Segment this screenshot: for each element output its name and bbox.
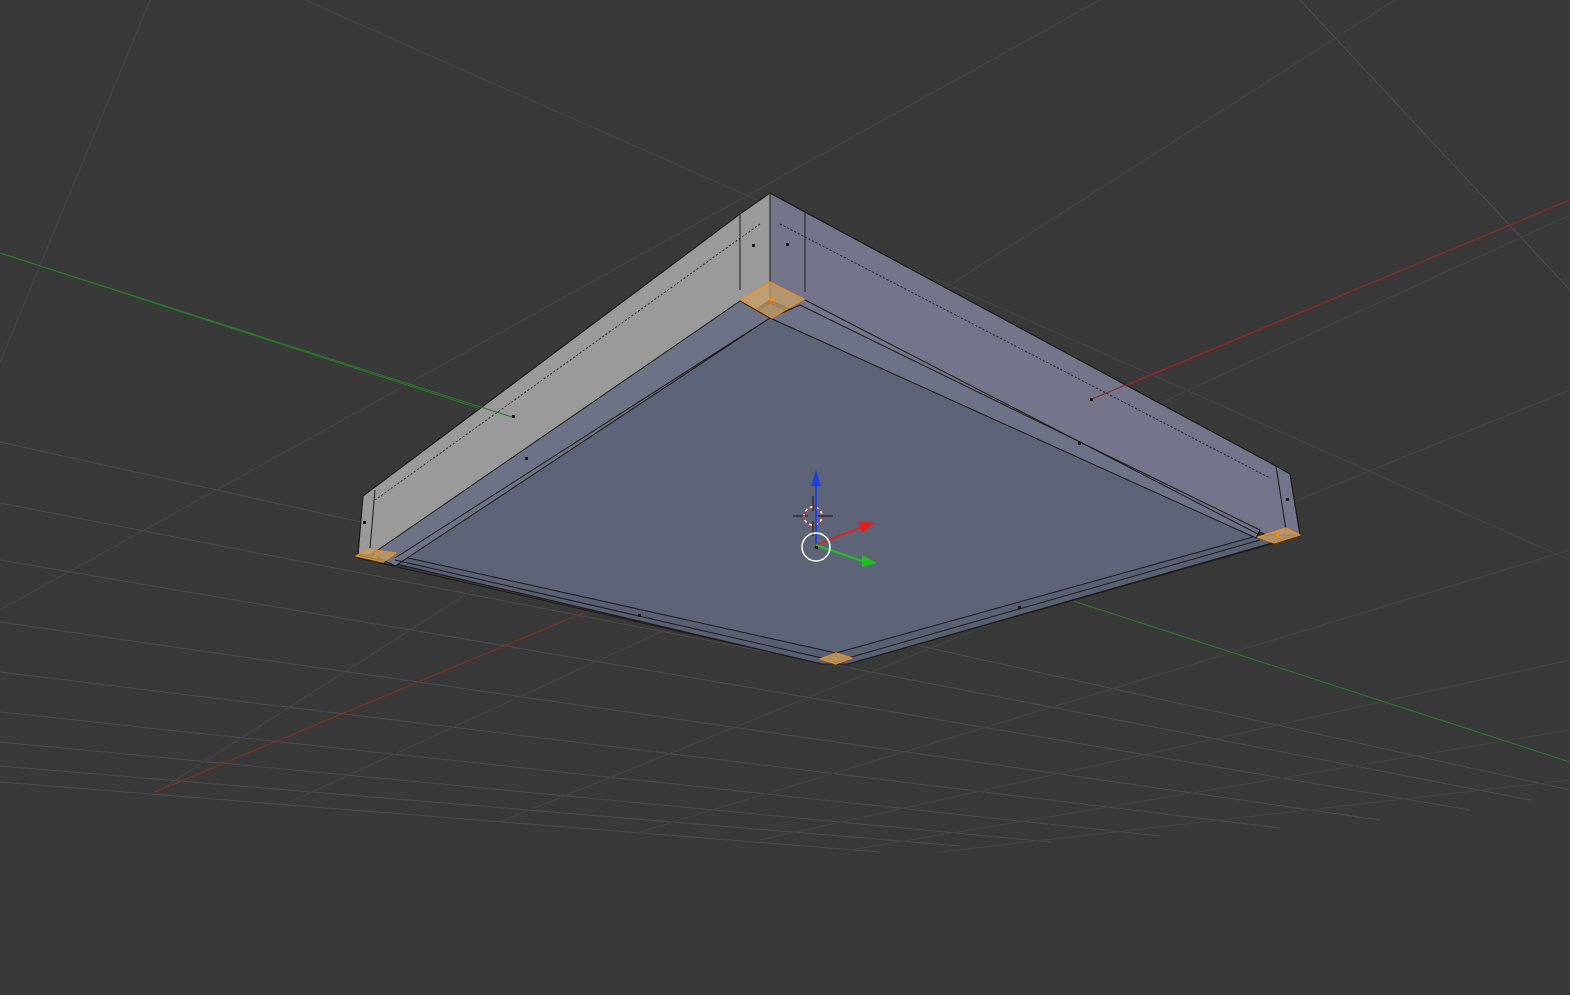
grid-line [0, 711, 1161, 837]
grid-line [0, 781, 881, 853]
grid-line [0, 621, 1381, 821]
mesh-object[interactable] [355, 192, 1301, 665]
grid-line [0, 765, 961, 847]
gizmo-center-dot [815, 546, 818, 549]
3d-viewport[interactable] [0, 0, 1570, 995]
x-axis-line-front [1091, 199, 1570, 400]
y-axis-line-front [0, 252, 513, 418]
viewport-canvas[interactable] [0, 0, 1570, 995]
grid-line [0, 741, 1051, 843]
grid-line [0, 0, 151, 363]
grid-line [849, 729, 1570, 851]
grid-line [1299, 0, 1570, 291]
grid-line [0, 671, 1281, 829]
grid-line [939, 779, 1570, 853]
